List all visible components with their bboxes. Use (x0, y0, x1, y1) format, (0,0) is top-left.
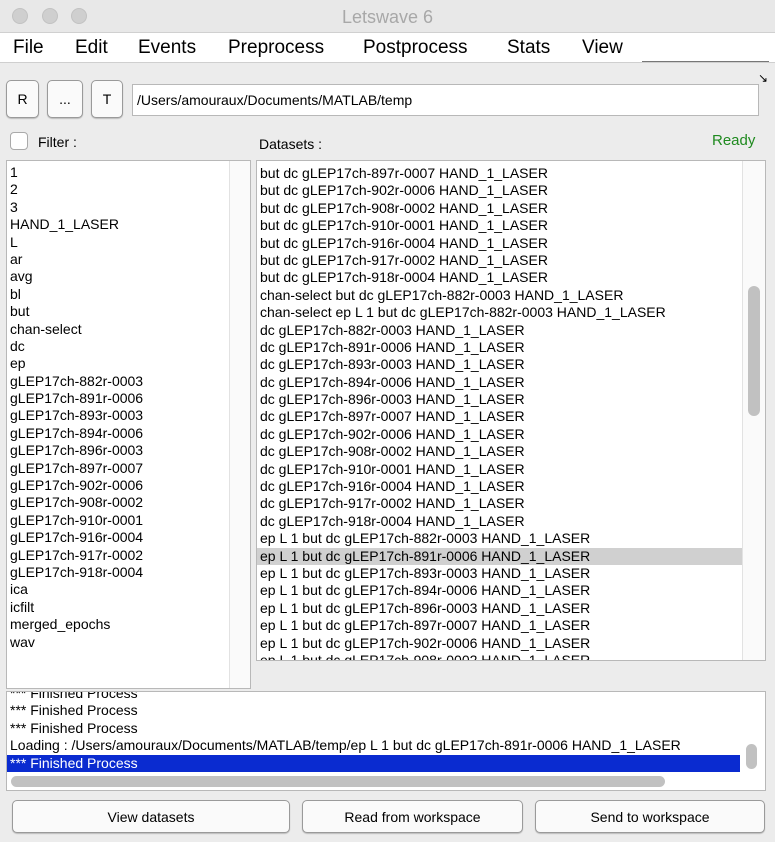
list-item[interactable]: HAND_1_LASER (7, 216, 250, 233)
filter-label: Filter : (38, 134, 77, 150)
list-item[interactable]: dc gLEP17ch-908r-0002 HAND_1_LASER (257, 443, 743, 460)
list-item[interactable]: Loading : /Users/amouraux/Documents/MATL… (7, 737, 740, 754)
send-to-workspace-button[interactable]: Send to workspace (535, 800, 765, 833)
window-title: Letswave 6 (341, 7, 434, 27)
list-item[interactable]: but dc gLEP17ch-897r-0007 HAND_1_LASER (257, 165, 743, 182)
list-item[interactable]: gLEP17ch-882r-0003 (7, 373, 250, 390)
list-item[interactable]: but dc gLEP17ch-910r-0001 HAND_1_LASER (257, 217, 743, 234)
datasets-list[interactable]: but dc gLEP17ch-897r-0007 HAND_1_LASER bu… (256, 160, 766, 661)
list-item[interactable]: merged_epochs (7, 616, 250, 633)
datasets-scrollbar[interactable] (742, 161, 765, 660)
list-item[interactable]: dc gLEP17ch-910r-0001 HAND_1_LASER (257, 461, 743, 478)
menu-bar: File Edit Events Preprocess Postprocess … (0, 33, 775, 85)
menu-stats[interactable]: Stats (507, 37, 550, 59)
status-text: Ready (712, 132, 756, 149)
list-item[interactable]: chan-select but dc gLEP17ch-882r-0003 HA… (257, 287, 743, 304)
title-bar: Letswave 6 (0, 0, 775, 33)
toolbar-overflow-icon[interactable]: ↘ (758, 71, 768, 85)
list-item[interactable]: dc gLEP17ch-916r-0004 HAND_1_LASER (257, 478, 743, 495)
list-item[interactable]: but (7, 303, 250, 320)
log-panel[interactable]: *** Finished Process *** Finished Process… (6, 691, 766, 791)
list-item[interactable]: dc gLEP17ch-891r-0006 HAND_1_LASER (257, 339, 743, 356)
menu-edit[interactable]: Edit (75, 37, 108, 59)
menu-file[interactable]: File (13, 37, 44, 59)
view-datasets-button[interactable]: View datasets (12, 800, 290, 833)
list-item[interactable]: ica (7, 581, 250, 598)
list-item[interactable]: *** Finished Process (7, 702, 740, 719)
divider (642, 61, 769, 62)
list-item[interactable]: ep L 1 but dc gLEP17ch-902r-0006 HAND_1_… (257, 635, 743, 652)
list-item[interactable]: ar (7, 251, 250, 268)
list-item[interactable]: bl (7, 286, 250, 303)
list-item[interactable]: but dc gLEP17ch-917r-0002 HAND_1_LASER (257, 252, 743, 269)
list-item[interactable]: but dc gLEP17ch-908r-0002 HAND_1_LASER (257, 200, 743, 217)
menu-preprocess[interactable]: Preprocess (228, 37, 324, 59)
browse-button[interactable]: ... (47, 80, 83, 118)
list-item[interactable]: gLEP17ch-917r-0002 (7, 547, 250, 564)
list-item[interactable]: dc gLEP17ch-897r-0007 HAND_1_LASER (257, 408, 743, 425)
list-item[interactable]: gLEP17ch-918r-0004 (7, 564, 250, 581)
r-button[interactable]: R (6, 80, 39, 118)
log-vertical-scrollbar-thumb[interactable] (746, 744, 757, 769)
path-input[interactable]: /Users/amouraux/Documents/MATLAB/temp (132, 84, 759, 116)
list-item[interactable]: avg (7, 268, 250, 285)
list-item[interactable]: ep L 1 but dc gLEP17ch-896r-0003 HAND_1_… (257, 600, 743, 617)
list-item[interactable]: dc gLEP17ch-917r-0002 HAND_1_LASER (257, 495, 743, 512)
list-item[interactable]: ep L 1 but dc gLEP17ch-894r-0006 HAND_1_… (257, 582, 743, 599)
list-item[interactable]: but dc gLEP17ch-918r-0004 HAND_1_LASER (257, 269, 743, 286)
list-item[interactable]: gLEP17ch-910r-0001 (7, 512, 250, 529)
read-from-workspace-button[interactable]: Read from workspace (302, 800, 523, 833)
list-item[interactable]: gLEP17ch-893r-0003 (7, 407, 250, 424)
list-item[interactable]: but dc gLEP17ch-902r-0006 HAND_1_LASER (257, 182, 743, 199)
list-item[interactable]: ep L 1 but dc gLEP17ch-891r-0006 HAND_1_… (257, 547, 743, 565)
log-horizontal-scrollbar-thumb[interactable] (11, 776, 665, 787)
list-item[interactable]: *** Finished Process (7, 754, 740, 772)
datasets-label: Datasets : (259, 136, 323, 152)
list-item[interactable]: gLEP17ch-908r-0002 (7, 494, 250, 511)
list-item[interactable]: ep L 1 but dc gLEP17ch-908r-0002 HAND_1_… (257, 652, 743, 660)
list-item[interactable]: dc gLEP17ch-918r-0004 HAND_1_LASER (257, 513, 743, 530)
menu-events[interactable]: Events (138, 37, 196, 59)
list-item[interactable]: dc (7, 338, 250, 355)
t-button[interactable]: T (91, 80, 123, 118)
filter-list-scrollbar[interactable] (229, 161, 250, 688)
list-item[interactable]: ep (7, 355, 250, 372)
list-item[interactable]: 1 (7, 164, 250, 181)
menu-postprocess[interactable]: Postprocess (363, 37, 468, 59)
menu-view[interactable]: View (582, 37, 623, 59)
list-item[interactable]: ep L 1 but dc gLEP17ch-897r-0007 HAND_1_… (257, 617, 743, 634)
list-item[interactable]: ep L 1 but dc gLEP17ch-893r-0003 HAND_1_… (257, 565, 743, 582)
list-item[interactable]: gLEP17ch-891r-0006 (7, 390, 250, 407)
log-vertical-scrollbar[interactable] (741, 692, 765, 790)
list-item[interactable]: chan-select (7, 321, 250, 338)
list-item[interactable]: dc gLEP17ch-882r-0003 HAND_1_LASER (257, 322, 743, 339)
list-item[interactable]: gLEP17ch-897r-0007 (7, 460, 250, 477)
list-item[interactable]: *** Finished Process (7, 692, 740, 702)
list-item[interactable]: *** Finished Process (7, 720, 740, 737)
list-item[interactable]: ep L 1 but dc gLEP17ch-882r-0003 HAND_1_… (257, 530, 743, 547)
datasets-scrollbar-thumb[interactable] (748, 286, 760, 416)
filter-list[interactable]: 1 2 3 HAND_1_LASER Lar avg bl but chan-select dc e… (6, 160, 251, 689)
list-item[interactable]: gLEP17ch-894r-0006 (7, 425, 250, 442)
list-item[interactable]: L (7, 234, 250, 251)
list-item[interactable]: dc gLEP17ch-902r-0006 HAND_1_LASER (257, 426, 743, 443)
list-item[interactable]: chan-select ep L 1 but dc gLEP17ch-882r-… (257, 304, 743, 321)
list-item[interactable]: gLEP17ch-902r-0006 (7, 477, 250, 494)
filter-checkbox[interactable] (10, 132, 28, 150)
list-item[interactable]: 3 (7, 199, 250, 216)
list-item[interactable]: icfilt (7, 599, 250, 616)
list-item[interactable]: but dc gLEP17ch-916r-0004 HAND_1_LASER (257, 235, 743, 252)
list-item[interactable]: gLEP17ch-916r-0004 (7, 529, 250, 546)
list-item[interactable]: dc gLEP17ch-893r-0003 HAND_1_LASER (257, 356, 743, 373)
list-item[interactable]: wav (7, 634, 250, 651)
list-item[interactable]: dc gLEP17ch-894r-0006 HAND_1_LASER (257, 374, 743, 391)
list-item[interactable]: gLEP17ch-896r-0003 (7, 442, 250, 459)
list-item[interactable]: dc gLEP17ch-896r-0003 HAND_1_LASER (257, 391, 743, 408)
list-item[interactable]: 2 (7, 181, 250, 198)
